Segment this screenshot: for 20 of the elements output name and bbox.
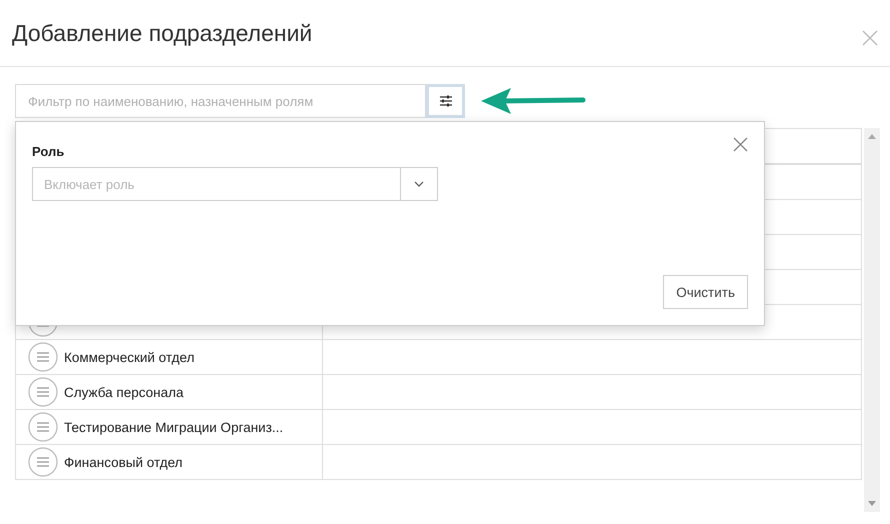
scroll-up-icon[interactable] [868, 134, 876, 139]
close-icon[interactable] [733, 137, 748, 152]
sliders-icon [438, 95, 452, 107]
department-name: Тестирование Миграции Организ... [64, 420, 284, 434]
menu-icon[interactable] [28, 447, 58, 477]
chevron-down-icon [414, 181, 424, 187]
menu-icon[interactable] [28, 377, 58, 407]
department-name: Коммерческий отдел [64, 350, 194, 364]
clear-button[interactable]: Очистить [663, 275, 748, 309]
filter-field[interactable]: Фильтр по наименованию, назначенным ролям [15, 84, 426, 118]
scrollbar[interactable] [864, 128, 880, 512]
close-icon[interactable] [862, 30, 878, 46]
department-name: Служба персонала [64, 384, 184, 400]
dialog-title: Добавление подразделений [12, 20, 312, 46]
role-label: Роль [32, 144, 64, 159]
menu-icon[interactable] [28, 342, 58, 372]
department-name: Финансовый отдел [64, 454, 183, 470]
filter-button[interactable] [426, 84, 465, 118]
menu-icon[interactable] [28, 412, 58, 442]
scroll-down-icon[interactable] [868, 501, 876, 506]
